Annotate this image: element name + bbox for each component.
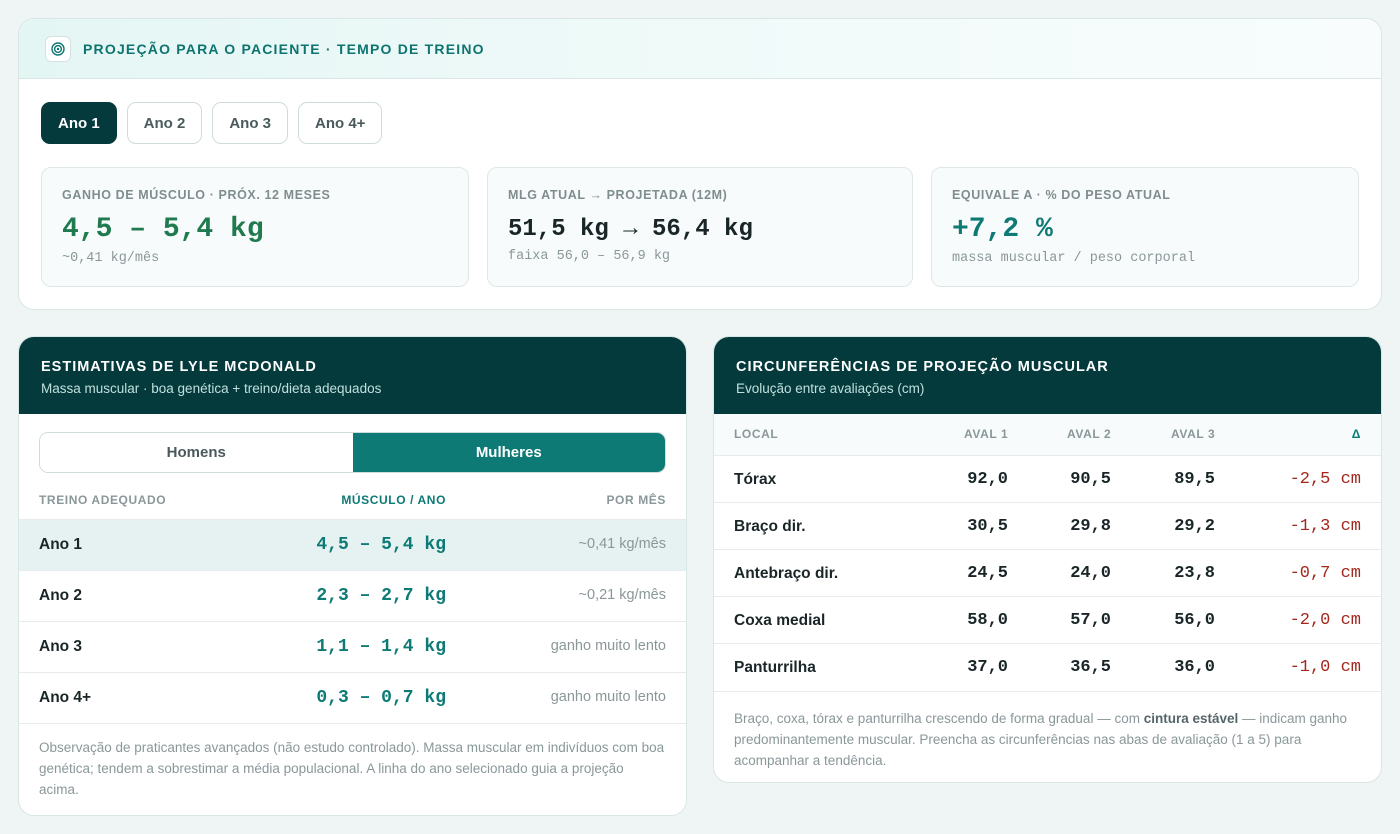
row-aval-3: 89,5: [1174, 470, 1215, 489]
circ-card-header: CIRCUNFERÊNCIAS DE PROJEÇÃO MUSCULAR Evo…: [714, 337, 1381, 414]
row-per-month: ~0,21 kg/mês: [578, 587, 666, 603]
row-local: Coxa medial: [734, 612, 826, 629]
lyle-table-header: TREINO ADEQUADO MÚSCULO / ANO POR MÊS: [19, 489, 686, 519]
row-local: Antebraço dir.: [734, 565, 839, 582]
table-row: Braço dir. 30,5 29,8 29,2 -1,3 cm: [714, 502, 1381, 549]
row-local: Panturrilha: [734, 659, 816, 676]
table-row[interactable]: Ano 3 1,1 – 1,4 kg ganho muito lento: [19, 621, 686, 672]
metric-label: GANHO DE MÚSCULO · PRÓX. 12 MESES: [62, 188, 331, 202]
row-delta: -0,7 cm: [1289, 564, 1361, 583]
col-musculo-ano: MÚSCULO / ANO: [341, 493, 446, 507]
row-year: Ano 3: [39, 638, 83, 655]
col-aval-3: AVAL 3: [1171, 427, 1216, 441]
circ-subtitle: Evolução entre avaliações (cm): [736, 381, 925, 396]
circ-note: Braço, coxa, tórax e panturrilha crescen…: [734, 708, 1361, 771]
row-year: Ano 4+: [39, 689, 92, 706]
table-row: Panturrilha 37,0 36,5 36,0 -1,0 cm: [714, 643, 1381, 690]
col-delta: Δ: [1351, 427, 1361, 441]
segment-mulheres[interactable]: Mulheres: [352, 433, 665, 472]
metric-value: 51,5 kg → 56,4 kg: [508, 216, 753, 243]
row-range: 4,5 – 5,4 kg: [316, 535, 446, 555]
row-aval-3: 36,0: [1174, 658, 1215, 677]
circ-title: CIRCUNFERÊNCIAS DE PROJEÇÃO MUSCULAR: [736, 359, 1109, 375]
circ-note-bold: cintura estável: [1143, 711, 1239, 726]
row-local: Braço dir.: [734, 518, 806, 535]
table-row: Antebraço dir. 24,5 24,0 23,8 -0,7 cm: [714, 549, 1381, 596]
lyle-card: ESTIMATIVAS DE LYLE MCDONALD Massa muscu…: [18, 336, 687, 816]
metric-label: MLG ATUAL → PROJETADA (12M): [508, 188, 728, 202]
tab-ano-3[interactable]: Ano 3: [212, 102, 289, 144]
target-icon: [45, 35, 71, 62]
tab-ano-2[interactable]: Ano 2: [126, 102, 203, 144]
row-delta: -1,3 cm: [1289, 517, 1361, 536]
lyle-card-header: ESTIMATIVAS DE LYLE MCDONALD Massa muscu…: [19, 337, 686, 414]
projection-card: PROJEÇÃO PARA O PACIENTE · TEMPO DE TREI…: [18, 18, 1382, 310]
row-aval-2: 29,8: [1070, 517, 1111, 536]
col-local: LOCAL: [734, 427, 779, 441]
tab-ano-4-plus[interactable]: Ano 4+: [298, 102, 383, 144]
row-aval-1: 37,0: [967, 658, 1008, 677]
table-row: Coxa medial 58,0 57,0 56,0 -2,0 cm: [714, 596, 1381, 643]
row-range: 2,3 – 2,7 kg: [316, 586, 446, 606]
segment-homens[interactable]: Homens: [40, 433, 353, 472]
divider: [19, 723, 686, 724]
metric-lean-mass: MLG ATUAL → PROJETADA (12M) 51,5 kg → 56…: [487, 167, 913, 287]
sex-toggle: Homens Mulheres: [39, 432, 666, 473]
row-aval-2: 90,5: [1070, 470, 1111, 489]
row-year: Ano 1: [39, 536, 83, 553]
lyle-title: ESTIMATIVAS DE LYLE MCDONALD: [41, 359, 317, 375]
row-year: Ano 2: [39, 587, 83, 604]
circ-note-pre: Braço, coxa, tórax e panturrilha crescen…: [734, 711, 1144, 726]
row-range: 1,1 – 1,4 kg: [316, 637, 446, 657]
row-aval-3: 23,8: [1174, 564, 1215, 583]
row-aval-2: 57,0: [1070, 611, 1111, 630]
year-tabs: Ano 1 Ano 2 Ano 3 Ano 4+: [41, 102, 383, 144]
row-delta: -1,0 cm: [1289, 658, 1361, 677]
metric-sub: ~0,41 kg/mês: [62, 251, 160, 266]
col-por-mes: POR MÊS: [606, 493, 666, 507]
row-aval-1: 30,5: [967, 517, 1008, 536]
row-per-month: ganho muito lento: [550, 689, 666, 705]
circ-table-header: LOCAL AVAL 1 AVAL 2 AVAL 3 Δ: [714, 414, 1381, 455]
divider: [714, 691, 1381, 692]
metric-value: +7,2 %: [952, 214, 1053, 245]
row-per-month: ganho muito lento: [550, 638, 666, 654]
table-row: Tórax 92,0 90,5 89,5 -2,5 cm: [714, 455, 1381, 502]
row-aval-1: 24,5: [967, 564, 1008, 583]
row-delta: -2,0 cm: [1289, 611, 1361, 630]
projection-title: PROJEÇÃO PARA O PACIENTE · TEMPO DE TREI…: [83, 40, 485, 57]
row-aval-2: 36,5: [1070, 658, 1111, 677]
lyle-note: Observação de praticantes avançados (não…: [39, 740, 665, 797]
row-aval-3: 29,2: [1174, 517, 1215, 536]
projection-header: PROJEÇÃO PARA O PACIENTE · TEMPO DE TREI…: [19, 19, 1381, 79]
col-aval-1: AVAL 1: [964, 427, 1009, 441]
table-row[interactable]: Ano 4+ 0,3 – 0,7 kg ganho muito lento: [19, 672, 686, 723]
metric-muscle-gain: GANHO DE MÚSCULO · PRÓX. 12 MESES 4,5 – …: [41, 167, 469, 287]
metric-label: EQUIVALE A · % DO PESO ATUAL: [952, 188, 1171, 202]
row-range: 0,3 – 0,7 kg: [316, 688, 446, 708]
row-local: Tórax: [734, 471, 777, 488]
tab-ano-1[interactable]: Ano 1: [41, 102, 117, 144]
lyle-subtitle: Massa muscular · boa genética + treino/d…: [41, 381, 382, 396]
row-aval-3: 56,0: [1174, 611, 1215, 630]
table-row[interactable]: Ano 1 4,5 – 5,4 kg ~0,41 kg/mês: [19, 519, 686, 570]
metric-weight-percent: EQUIVALE A · % DO PESO ATUAL +7,2 % mass…: [931, 167, 1359, 287]
table-row[interactable]: Ano 2 2,3 – 2,7 kg ~0,21 kg/mês: [19, 570, 686, 621]
row-aval-2: 24,0: [1070, 564, 1111, 583]
row-aval-1: 58,0: [967, 611, 1008, 630]
row-delta: -2,5 cm: [1289, 470, 1361, 489]
metric-sub: faixa 56,0 – 56,9 kg: [508, 249, 671, 264]
col-treino: TREINO ADEQUADO: [39, 493, 167, 507]
row-aval-1: 92,0: [967, 470, 1008, 489]
col-aval-2: AVAL 2: [1067, 427, 1112, 441]
circumference-card: CIRCUNFERÊNCIAS DE PROJEÇÃO MUSCULAR Evo…: [713, 336, 1382, 783]
metric-value: 4,5 – 5,4 kg: [62, 214, 264, 245]
row-per-month: ~0,41 kg/mês: [578, 536, 666, 552]
metric-sub: massa muscular / peso corporal: [952, 251, 1196, 266]
